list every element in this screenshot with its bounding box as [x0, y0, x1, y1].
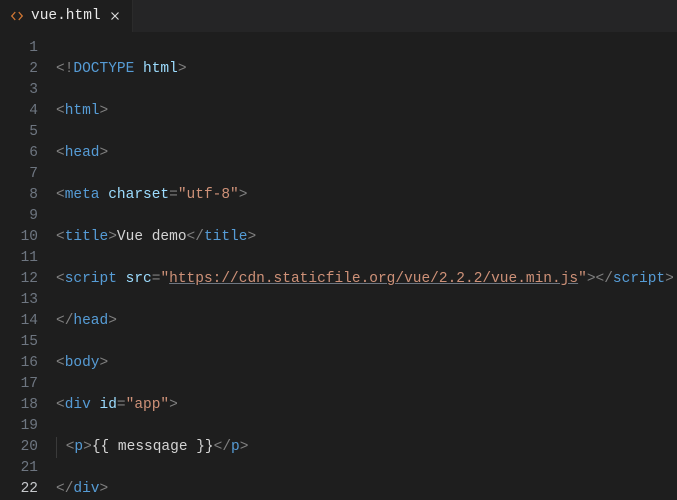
close-icon[interactable] [108, 9, 122, 23]
code-icon [10, 9, 24, 23]
tab-filename: vue.html [31, 8, 101, 24]
line-number-gutter: 12345678910111213141516171819202122 [0, 32, 46, 500]
code-editor[interactable]: 12345678910111213141516171819202122 <!DO… [0, 32, 677, 500]
code-area[interactable]: <!DOCTYPE html> <html> <head> <meta char… [46, 32, 674, 500]
tab-bar: vue.html [0, 0, 677, 32]
tab-vue-html[interactable]: vue.html [0, 0, 133, 32]
